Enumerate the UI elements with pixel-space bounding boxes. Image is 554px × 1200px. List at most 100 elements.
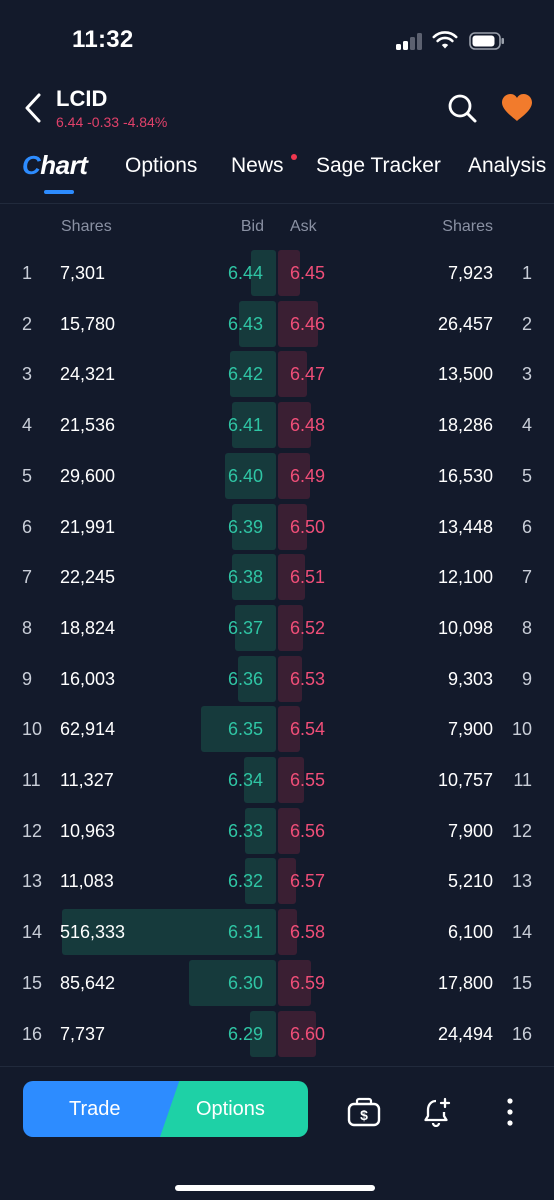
ask-shares: 24,494 (437, 1023, 493, 1044)
order-book-row[interactable]: 7 22,245 6.38 6.51 12,100 7 (0, 552, 554, 602)
bid-shares: 18,824 (60, 617, 116, 638)
home-indicator (175, 1185, 375, 1191)
ask-price: 6.52 (290, 617, 326, 638)
ask-level: 15 (511, 972, 532, 993)
bid-price: 6.35 (227, 719, 263, 740)
bid-shares: 7,737 (60, 1023, 106, 1044)
bid-shares: 62,914 (60, 719, 116, 740)
tab-options[interactable]: Options (125, 154, 197, 178)
order-book-row[interactable]: 13 11,083 6.32 6.57 5,210 13 (0, 856, 554, 906)
bid-price: 6.37 (227, 617, 263, 638)
ask-level: 10 (511, 719, 532, 740)
tab-chart[interactable]: Chart (22, 150, 88, 186)
ask-level: 7 (521, 567, 532, 588)
bid-level: 7 (22, 567, 33, 588)
bid-shares: 15,780 (60, 313, 116, 334)
bid-shares: 16,003 (60, 668, 116, 689)
order-book-row[interactable]: 15 85,642 6.30 6.59 17,800 15 (0, 958, 554, 1008)
bid-level: 12 (22, 820, 43, 841)
ask-level: 16 (511, 1023, 532, 1044)
options-button-label: Options (196, 1098, 265, 1120)
active-tab-indicator (44, 190, 74, 194)
bid-shares: 29,600 (60, 465, 116, 486)
bid-price: 6.32 (227, 871, 263, 892)
order-book-row[interactable]: 5 29,600 6.40 6.49 16,530 5 (0, 451, 554, 501)
ask-shares-header: Shares (442, 218, 493, 235)
ask-shares: 17,800 (437, 972, 493, 993)
ask-shares: 10,757 (437, 770, 493, 790)
order-book-row[interactable]: 8 18,824 6.37 6.52 10,098 8 (0, 603, 554, 653)
order-book-row[interactable]: 3 24,321 6.42 6.47 13,500 3 (0, 349, 554, 399)
order-book-row[interactable]: 2 15,780 6.43 6.46 26,457 2 (0, 299, 554, 349)
ask-shares: 18,286 (437, 415, 493, 436)
bid-price: 6.36 (227, 668, 263, 689)
ask-price: 6.46 (290, 313, 326, 334)
bid-shares-header: Shares (61, 218, 112, 235)
back-icon[interactable] (22, 92, 46, 124)
order-book-row[interactable]: 1 7,301 6.44 6.45 7,923 1 (0, 248, 554, 298)
more-vertical-icon[interactable] (500, 1097, 520, 1127)
bell-plus-icon[interactable] (423, 1097, 453, 1127)
bid-price: 6.44 (227, 263, 263, 283)
ask-shares: 10,098 (437, 617, 493, 638)
order-book-row[interactable]: 12 10,963 6.33 6.56 7,900 12 (0, 806, 554, 856)
bid-price: 6.39 (227, 516, 263, 537)
bid-shares: 7,301 (60, 263, 106, 283)
options-button[interactable]: Options (160, 1081, 308, 1137)
wifi-icon (432, 31, 458, 49)
bottom-action-bar: Trade Options $ (0, 1066, 554, 1200)
ask-price: 6.60 (290, 1023, 326, 1044)
bid-price: 6.41 (227, 415, 263, 436)
bid-shares: 10,963 (60, 820, 116, 841)
ask-level: 13 (511, 871, 532, 892)
bid-price: 6.30 (227, 972, 263, 993)
ask-level: 4 (521, 415, 532, 436)
trade-button[interactable]: Trade (23, 1081, 183, 1137)
tab-bar: Chart Options News Sage Tracker Analysis (0, 148, 554, 204)
ask-level: 11 (513, 770, 532, 790)
ask-shares: 6,100 (447, 922, 493, 943)
bid-shares: 85,642 (60, 972, 116, 993)
bid-price: 6.43 (227, 313, 263, 334)
bid-price: 6.42 (227, 364, 263, 385)
search-icon[interactable] (446, 92, 478, 124)
ticker-symbol: LCID (56, 86, 108, 111)
heart-icon[interactable] (500, 92, 534, 124)
ask-price: 6.47 (290, 364, 326, 385)
ask-shares: 16,530 (437, 465, 493, 486)
order-book-row[interactable]: 6 21,991 6.39 6.50 13,448 6 (0, 502, 554, 552)
ask-shares: 5,210 (447, 871, 493, 892)
order-book-row[interactable]: 14 516,333 6.31 6.58 6,100 14 (0, 907, 554, 957)
order-book-row[interactable]: 9 16,003 6.36 6.53 9,303 9 (0, 654, 554, 704)
price-change-quote: 6.44 -0.33 -4.84% (56, 114, 168, 130)
chart-logo-c: C (22, 150, 41, 180)
news-notification-dot (291, 154, 297, 160)
order-book-row[interactable]: 4 21,536 6.41 6.48 18,286 4 (0, 400, 554, 450)
bid-level: 13 (22, 871, 43, 892)
status-time: 11:32 (72, 26, 134, 53)
bid-shares: 21,991 (60, 516, 116, 537)
order-book-row[interactable]: 16 7,737 6.29 6.60 24,494 16 (0, 1009, 554, 1059)
cash-icon[interactable]: $ (347, 1097, 381, 1127)
status-bar: 11:32 (0, 0, 554, 80)
ask-price: 6.49 (290, 465, 326, 486)
ask-level: 8 (521, 617, 532, 638)
bid-level: 2 (22, 313, 33, 334)
order-book-row[interactable]: 11 11,327 6.34 6.55 10,757 11 (0, 755, 554, 805)
bid-price: 6.31 (227, 922, 263, 943)
bid-shares: 516,333 (60, 922, 126, 943)
ask-price: 6.54 (290, 719, 326, 740)
tab-news[interactable]: News (231, 154, 284, 178)
bid-price: 6.29 (227, 1023, 263, 1044)
bid-level: 4 (22, 415, 33, 436)
bid-level: 5 (22, 465, 33, 486)
order-book-row[interactable]: 10 62,914 6.35 6.54 7,900 10 (0, 704, 554, 754)
tab-analysis[interactable]: Analysis (468, 154, 546, 178)
ask-level: 14 (511, 922, 532, 943)
order-book[interactable]: Shares Bid Ask Shares 1 7,301 6.44 6.45 7,92… (0, 204, 554, 1070)
tab-sage-tracker[interactable]: Sage Tracker (316, 154, 441, 178)
bid-shares: 11,083 (60, 871, 114, 892)
ask-level: 3 (521, 364, 532, 385)
ask-shares: 12,100 (437, 567, 493, 588)
ask-price: 6.51 (290, 567, 326, 588)
